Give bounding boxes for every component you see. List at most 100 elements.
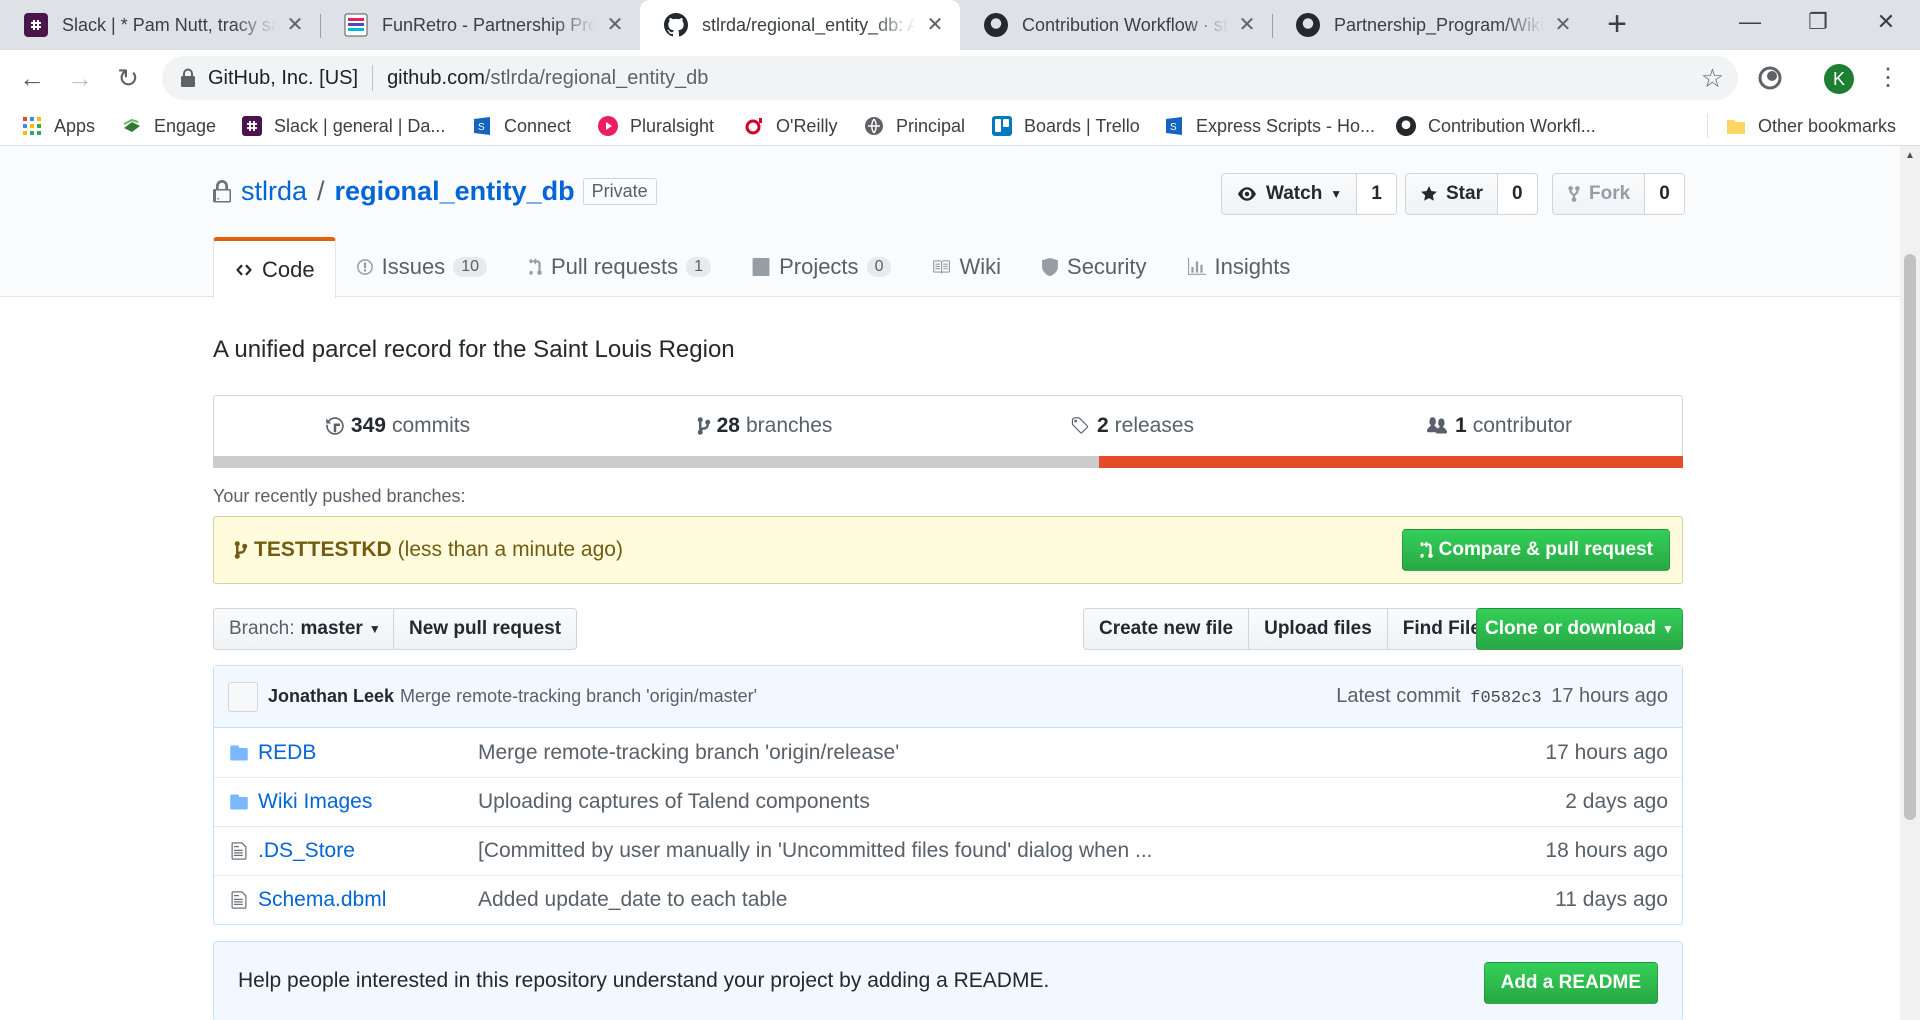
- branches-link[interactable]: 28 branches: [581, 396, 948, 456]
- browser-menu-icon[interactable]: ⋮: [1876, 62, 1900, 94]
- bookmark-pluralsight[interactable]: Pluralsight: [598, 112, 714, 140]
- bookmark-label: Apps: [54, 115, 96, 136]
- language-bar[interactable]: [213, 456, 1683, 468]
- browser-tab-slack[interactable]: Slack | * Pam Nutt, tracy sap ✕: [0, 0, 320, 50]
- file-name[interactable]: .DS_Store: [258, 839, 478, 863]
- new-tab-button[interactable]: +: [1600, 7, 1634, 42]
- bookmark-apps[interactable]: Apps: [22, 112, 95, 140]
- table-row: REDB Merge remote-tracking branch 'origi…: [214, 728, 1682, 777]
- contributors-label: contributor: [1472, 414, 1572, 437]
- bookmark-connect[interactable]: S Connect: [472, 112, 571, 140]
- tab-label: Issues: [381, 254, 446, 279]
- tab-security[interactable]: Security: [1021, 237, 1166, 297]
- commit-message[interactable]: Merge remote-tracking branch 'origin/mas…: [400, 686, 757, 707]
- bookmark-engage[interactable]: Engage: [122, 112, 216, 140]
- lock-icon: [181, 68, 195, 87]
- bookmark-oreilly[interactable]: O'Reilly: [744, 112, 837, 140]
- code-icon: [236, 263, 252, 276]
- releases-link[interactable]: 2 releases: [948, 396, 1315, 456]
- other-bookmarks-folder[interactable]: Other bookmarks: [1726, 112, 1896, 140]
- engage-icon: [123, 118, 140, 132]
- compare-pull-request-button[interactable]: Compare & pull request: [1401, 529, 1670, 571]
- extension-icon[interactable]: [1756, 64, 1784, 92]
- recent-branch-name[interactable]: TESTTESTKD: [254, 538, 392, 562]
- repo-name-link[interactable]: regional_entity_db: [335, 176, 575, 207]
- watch-count[interactable]: 1: [1357, 173, 1397, 215]
- forward-arrow-icon[interactable]: →: [62, 60, 98, 96]
- folder-icon: [230, 745, 248, 760]
- bookmark-principal[interactable]: Principal: [864, 112, 965, 140]
- latest-commit-prefix: Latest commit: [1336, 685, 1461, 707]
- browser-tab-funretro[interactable]: FunRetro - Partnership Prog ✕: [320, 0, 640, 50]
- star-button[interactable]: Star: [1405, 173, 1498, 215]
- close-tab-icon[interactable]: ✕: [284, 14, 306, 36]
- page-scrollbar[interactable]: ▲: [1900, 146, 1920, 1020]
- commit-sha[interactable]: f0582c3: [1470, 689, 1541, 708]
- tab-label: Insights: [1214, 254, 1291, 279]
- table-row: Wiki Images Uploading captures of Talend…: [214, 777, 1682, 826]
- close-window-icon[interactable]: ✕: [1852, 0, 1920, 44]
- scrollbar-thumb[interactable]: [1904, 254, 1916, 820]
- tab-code[interactable]: Code: [213, 237, 336, 298]
- commit-author[interactable]: Jonathan Leek: [268, 686, 394, 707]
- back-arrow-icon[interactable]: ←: [14, 60, 50, 96]
- author-avatar[interactable]: [228, 681, 258, 712]
- file-name[interactable]: Schema.dbml: [258, 888, 478, 912]
- close-tab-icon[interactable]: ✕: [604, 14, 626, 36]
- restore-window-icon[interactable]: ❐: [1784, 0, 1852, 44]
- watch-button[interactable]: Watch ▼: [1221, 173, 1358, 215]
- repo-owner-link[interactable]: stlrda: [241, 176, 307, 207]
- address-bar[interactable]: GitHub, Inc. [US] github.com/stlrda/regi…: [162, 56, 1738, 100]
- bookmark-star-icon[interactable]: ☆: [1701, 64, 1724, 92]
- create-new-file-button[interactable]: Create new file: [1083, 608, 1250, 650]
- close-tab-icon[interactable]: ✕: [1552, 14, 1574, 36]
- url-host: github.com: [387, 66, 485, 89]
- scroll-up-arrow-icon[interactable]: ▲: [1905, 150, 1915, 161]
- bookmark-slack[interactable]: Slack | general | Da...: [242, 112, 445, 140]
- releases-count: 2: [1096, 414, 1109, 437]
- file-name[interactable]: Wiki Images: [258, 790, 478, 814]
- repo-nav: Code Issues 10 Pull requests 1 Projects …: [213, 237, 1311, 298]
- tab-pull-requests[interactable]: Pull requests 1: [507, 237, 731, 297]
- upload-files-button[interactable]: Upload files: [1249, 608, 1388, 650]
- table-row: .DS_Store [Committed by user manually in…: [214, 826, 1682, 875]
- reload-icon[interactable]: ↻: [110, 60, 146, 96]
- tab-projects[interactable]: Projects 0: [731, 237, 911, 297]
- minimize-window-icon[interactable]: —: [1716, 0, 1784, 44]
- contributors-link[interactable]: 1 contributor: [1315, 396, 1682, 456]
- new-pull-request-button[interactable]: New pull request: [393, 608, 578, 650]
- profile-avatar[interactable]: K: [1824, 64, 1854, 94]
- file-commit-message[interactable]: [Committed by user manually in 'Uncommit…: [478, 839, 1468, 863]
- file-commit-message[interactable]: Uploading captures of Talend components: [478, 790, 1468, 814]
- branch-select[interactable]: Branch: master ▼: [213, 608, 397, 650]
- file-name[interactable]: REDB: [258, 741, 478, 765]
- bookmark-express-scripts[interactable]: S Express Scripts - Ho...: [1164, 112, 1375, 140]
- tab-wiki[interactable]: Wiki: [911, 237, 1021, 297]
- tab-insights[interactable]: Insights: [1167, 237, 1311, 297]
- clone-download-button[interactable]: Clone or download ▼: [1476, 608, 1683, 650]
- bookmark-label: Pluralsight: [630, 115, 715, 136]
- branches-count: 28: [716, 414, 740, 437]
- bookmark-label: Other bookmarks: [1758, 115, 1897, 136]
- browser-tab-wiki[interactable]: Partnership_Program/Wiki I ✕: [1272, 0, 1588, 50]
- branch-icon: [697, 417, 710, 435]
- commits-link[interactable]: 349 commits: [214, 396, 581, 456]
- bookmark-contribution-workflow[interactable]: Contribution Workfl...: [1396, 112, 1596, 140]
- add-readme-button[interactable]: Add a README: [1483, 962, 1658, 1004]
- github-icon: [664, 13, 688, 37]
- fork-button[interactable]: Fork: [1552, 173, 1646, 215]
- bookmark-label: Principal: [896, 115, 966, 136]
- tab-issues[interactable]: Issues 10: [336, 237, 507, 297]
- file-commit-message[interactable]: Merge remote-tracking branch 'origin/rel…: [478, 741, 1468, 765]
- browser-tab-contribution[interactable]: Contribution Workflow · stl ✕: [960, 0, 1272, 50]
- recent-branch-time: (less than a minute ago): [397, 538, 623, 561]
- language-segment[interactable]: [1099, 456, 1683, 468]
- close-tab-icon[interactable]: ✕: [1236, 14, 1258, 36]
- browser-tab-repo[interactable]: stlrda/regional_entity_db: A ✕: [640, 0, 960, 50]
- star-count[interactable]: 0: [1497, 173, 1538, 215]
- language-segment[interactable]: [213, 456, 1100, 468]
- close-tab-icon[interactable]: ✕: [924, 14, 946, 36]
- file-commit-message[interactable]: Added update_date to each table: [478, 888, 1468, 912]
- fork-count[interactable]: 0: [1645, 173, 1685, 215]
- bookmark-trello[interactable]: Boards | Trello: [992, 112, 1140, 140]
